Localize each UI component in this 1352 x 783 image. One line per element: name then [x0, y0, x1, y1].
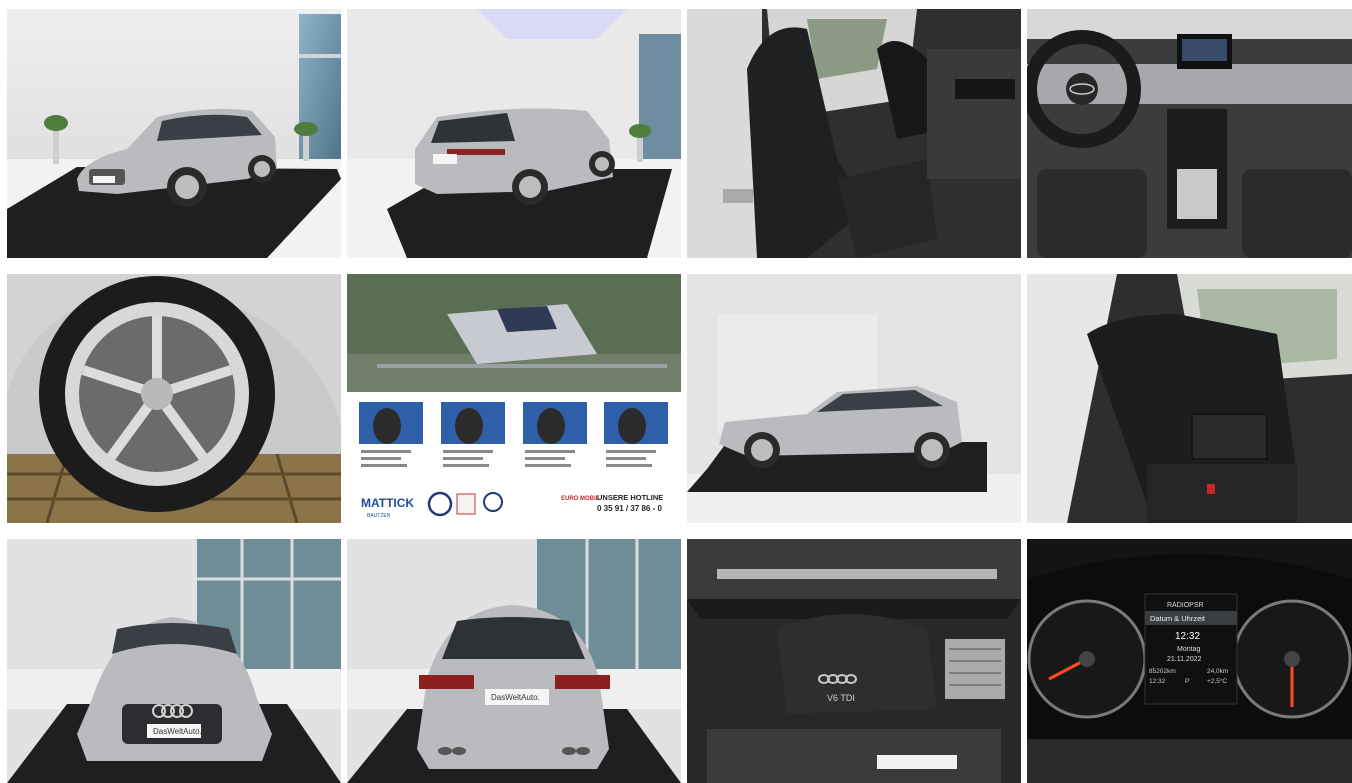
gear-indicator-text: P: [1185, 678, 1189, 685]
photo-dealer-brochure[interactable]: MATTICK BAUTZEN EURO MOBIL UNSERE HOTLIN…: [347, 274, 681, 523]
photo-wheel[interactable]: [7, 274, 341, 523]
photo-side-profile[interactable]: [687, 274, 1021, 523]
photo-dashboard[interactable]: [1027, 9, 1352, 258]
euromobil-badge-text: EURO MOBIL: [561, 496, 600, 502]
dealer-city-text: BAUTZEN: [367, 513, 391, 519]
dashboard-image: [1027, 9, 1352, 258]
car-rear-view-image: DasWeltAuto.: [347, 539, 681, 783]
rear-plate-text: DasWeltAuto.: [491, 693, 540, 702]
range-text: 24,0km: [1207, 668, 1228, 675]
radio-station-text: RADIOPSR: [1167, 602, 1204, 609]
photo-front-seats[interactable]: [687, 9, 1021, 258]
engine-badge-text: V6 TDI: [827, 693, 855, 703]
car-front-three-quarter-image: [7, 9, 341, 258]
car-side-profile-image: [687, 274, 1021, 523]
rear-seats-image: [1027, 274, 1352, 523]
cluster-small-clock-text: 12:32: [1149, 678, 1166, 685]
front-seats-image: [687, 9, 1021, 258]
cluster-menu-text: Datum & Uhrzeit: [1150, 614, 1206, 623]
photo-front-view[interactable]: DasWeltAuto.: [7, 539, 341, 783]
outside-temp-text: +2,5°C: [1207, 677, 1227, 685]
car-rear-three-quarter-image: [347, 9, 681, 258]
photo-rear-three-quarter[interactable]: [347, 9, 681, 258]
dealer-logo-text: MATTICK: [361, 496, 414, 510]
photo-gallery: MATTICK BAUTZEN EURO MOBIL UNSERE HOTLIN…: [0, 0, 1352, 783]
engine-bay-image: V6 TDI: [687, 539, 1021, 783]
instrument-cluster-image: RADIOPSR Datum & Uhrzeit 12:32 Montag 21…: [1027, 539, 1352, 783]
cluster-time-text: 12:32: [1175, 631, 1200, 642]
dealer-brochure-image: MATTICK BAUTZEN EURO MOBIL UNSERE HOTLIN…: [347, 274, 681, 523]
photo-engine-bay[interactable]: V6 TDI: [687, 539, 1021, 783]
photo-rear-seats[interactable]: [1027, 274, 1352, 523]
photo-instrument-cluster[interactable]: RADIOPSR Datum & Uhrzeit 12:32 Montag 21…: [1027, 539, 1352, 783]
photo-front-three-quarter[interactable]: [7, 9, 341, 258]
car-front-view-image: DasWeltAuto.: [7, 539, 341, 783]
hotline-number-text: 0 35 91 / 37 86 - 0: [597, 504, 662, 513]
cluster-day-text: Montag: [1177, 646, 1200, 653]
cluster-date-text: 21.11.2022: [1167, 656, 1202, 663]
hotline-label-text: UNSERE HOTLINE: [597, 493, 663, 502]
audi-badge-icon: [456, 493, 476, 515]
odometer-text: 85202km: [1149, 668, 1176, 675]
alloy-wheel-image: [7, 274, 341, 523]
photo-rear-view[interactable]: DasWeltAuto.: [347, 539, 681, 783]
front-plate-text: DasWeltAuto.: [153, 727, 202, 736]
